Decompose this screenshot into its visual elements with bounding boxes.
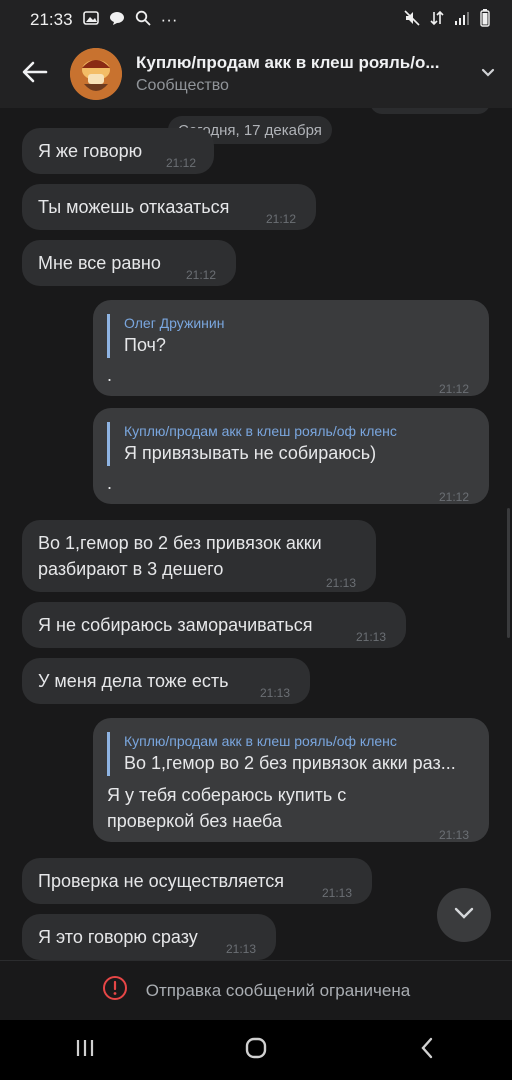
reply-quote[interactable]: Олег Дружинин Поч? [107,314,464,358]
alert-circle-icon [102,975,128,1006]
chat-header: Куплю/продам акк в клеш рояль/о... Сообщ… [0,40,512,108]
chevron-down-icon [453,906,475,925]
chevron-down-icon [481,65,495,83]
message-text: Я это говорю сразу [38,927,198,947]
message-text: . [107,473,113,493]
message-text: Мне все равно [38,253,161,273]
message-time: 21:12 [166,156,197,170]
message-time: 21:12 [266,212,297,226]
message-text: . [107,365,113,385]
message-icon [109,10,125,31]
battery-icon [480,8,490,32]
reply-text: Поч? [124,335,166,355]
restricted-notice: Отправка сообщений ограничена [0,960,512,1020]
more-notifications-icon: ··· [160,10,178,29]
community-title: Куплю/продам акк в клеш рояль/о... [136,53,440,72]
system-navigation-bar [0,1020,512,1080]
arrow-left-icon [22,61,48,88]
message-time: 21:13 [260,686,291,700]
community-avatar[interactable] [70,48,122,100]
mute-icon [404,9,420,31]
message-bubble-reply[interactable]: Куплю/продам акк в клеш рояль/оф кленс Я… [93,408,489,504]
reply-author: Куплю/продам акк в клеш рояль/оф кленс [124,733,397,749]
message-text: Я не собираюсь заморачиваться [38,615,313,635]
message-time: 21:13 [356,630,387,644]
message-text: Я же говорю [38,141,143,161]
message-text: Проверка не осуществляется [38,871,285,891]
message-time: 21:13 [326,576,357,590]
data-icon [430,10,444,31]
message-text: У меня дела тоже есть [38,671,229,691]
message-text-line: разбирают в 3 дешего [38,559,224,579]
message-text: Ты можешь отказаться [38,197,230,217]
message-bubble[interactable]: Ты можешь отказаться 21:12 [22,184,316,230]
scroll-down-button[interactable] [437,888,491,942]
previous-message-edge [370,108,490,114]
back-icon [420,1037,434,1064]
message-text-line: Я у тебя собераюсь купить с [107,785,347,805]
message-bubble[interactable]: Я же говорю 21:12 [22,128,214,174]
system-back-button[interactable] [387,1020,467,1080]
search-icon [135,10,151,31]
reply-author: Олег Дружинин [124,315,225,331]
community-subtitle: Сообщество [136,77,229,94]
message-list[interactable]: Сегодня, 17 декабря Я же говорю 21:12 Ты… [0,108,512,960]
recent-apps-icon [75,1039,95,1062]
gallery-icon [82,10,99,30]
status-time: 21:33 [30,10,73,29]
reply-quote[interactable]: Куплю/продам акк в клеш рояль/оф кленс В… [107,732,464,776]
message-text-line: проверкой без наеба [107,811,282,831]
message-bubble[interactable]: Я это говорю сразу 21:13 [22,914,276,960]
message-bubble[interactable]: У меня дела тоже есть 21:13 [22,658,310,704]
header-menu-button[interactable] [476,65,500,83]
reply-text: Во 1,гемор во 2 без привязок акки раз... [124,753,456,773]
back-button[interactable] [0,40,70,108]
reply-quote[interactable]: Куплю/продам акк в клеш рояль/оф кленс Я… [107,422,464,466]
message-bubble[interactable]: Мне все равно 21:12 [22,240,236,286]
reply-text: Я привязывать не собираюсь) [124,443,377,463]
header-text[interactable]: Куплю/продам акк в клеш рояль/о... Сообщ… [136,53,476,95]
message-bubble[interactable]: Проверка не осуществляется 21:13 [22,858,372,904]
restricted-text: Отправка сообщений ограничена [145,980,411,1000]
message-time: 21:13 [439,828,470,842]
status-bar: 21:33 ··· [0,0,512,40]
message-time: 21:13 [322,886,353,900]
message-time: 21:12 [186,268,217,282]
message-bubble-reply[interactable]: Куплю/продам акк в клеш рояль/оф кленс В… [93,718,489,842]
message-text-line: Во 1,гемор во 2 без привязок акки [38,533,322,553]
message-time: 21:13 [226,942,257,956]
recent-apps-button[interactable] [45,1020,125,1080]
scrollbar[interactable] [507,508,510,638]
message-bubble[interactable]: Я не собираюсь заморачиваться 21:13 [22,602,406,648]
home-icon [244,1036,268,1065]
reply-author: Куплю/продам акк в клеш рояль/оф кленс [124,423,397,439]
message-time: 21:12 [439,490,470,504]
message-bubble[interactable]: Во 1,гемор во 2 без привязок акки разбир… [22,520,376,592]
signal-icon [454,10,470,31]
home-button[interactable] [216,1020,296,1080]
message-bubble-reply[interactable]: Олег Дружинин Поч? . 21:12 [93,300,489,396]
message-time: 21:12 [439,382,470,396]
